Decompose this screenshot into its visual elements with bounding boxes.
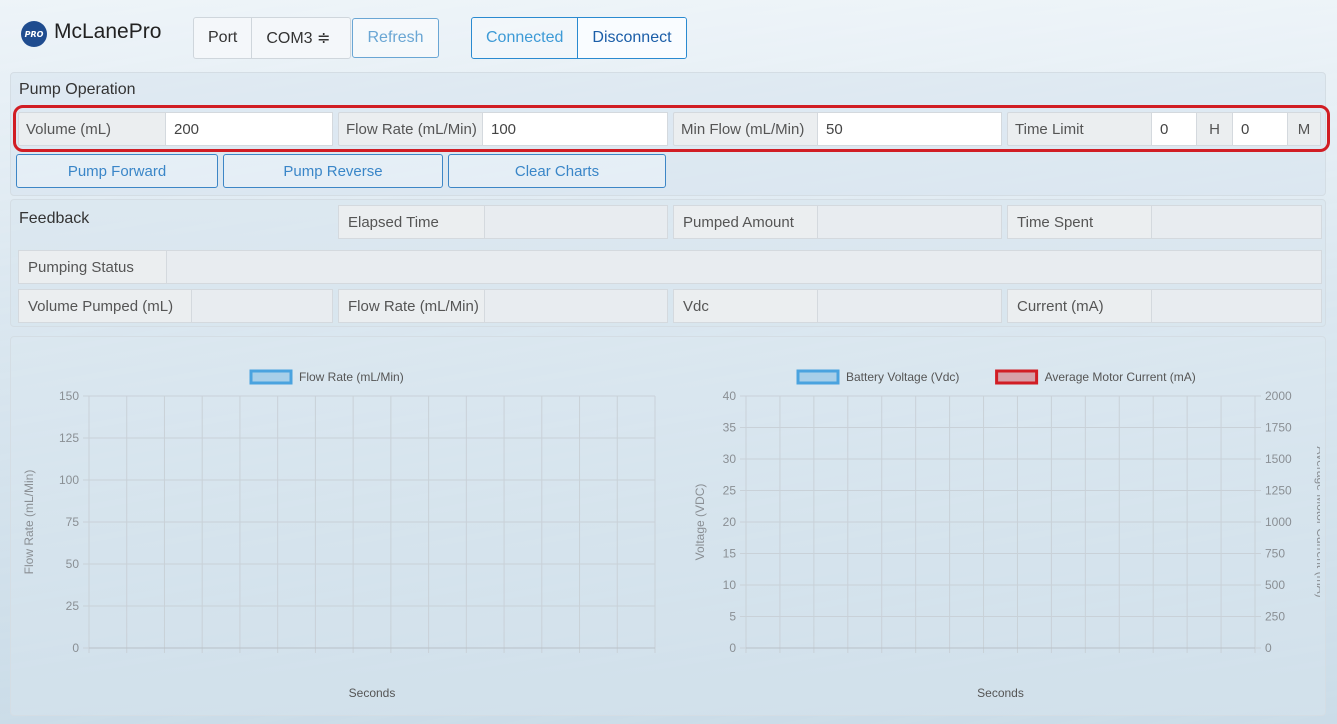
time-spent-label: Time Spent xyxy=(1007,205,1152,239)
y-right-tick-label: 1750 xyxy=(1265,421,1292,435)
app-title: McLanePro xyxy=(54,20,162,43)
legend-label: Flow Rate (mL/Min) xyxy=(299,370,404,384)
feedback-title: Feedback xyxy=(19,210,90,227)
port-label: Port xyxy=(194,18,253,58)
x-axis-title: Seconds xyxy=(349,686,396,700)
highlight-box xyxy=(13,105,1330,152)
volume-pumped-value xyxy=(192,289,333,323)
y-right-tick-label: 1500 xyxy=(1265,452,1292,466)
y-tick-label: 5 xyxy=(729,610,736,624)
voltage-current-chart: 0 5 10 15 20 25 30 35 40 0 250 500 750 1000 1250 1500 17… xyxy=(693,369,1320,700)
legend-swatch xyxy=(249,369,293,385)
legend-label: Battery Voltage (Vdc) xyxy=(846,370,959,384)
y-right-tick-label: 500 xyxy=(1265,578,1285,592)
flow-rate-chart: 0 25 50 75 100 125 150 Flow Rate (mL/Min) Second… xyxy=(22,369,656,700)
volume-pumped-label: Volume Pumped (mL) xyxy=(18,289,192,323)
y-right-axis-title: Average Motor Current (mA) xyxy=(1314,446,1320,597)
y-right-tick-label: 1250 xyxy=(1265,484,1292,498)
y-tick-label: 125 xyxy=(59,431,79,445)
logo-icon: PRO xyxy=(21,21,47,47)
y-tick-label: 35 xyxy=(723,421,737,435)
pumped-amount-label: Pumped Amount xyxy=(673,205,818,239)
port-selector-group: Port COM3 ≑ xyxy=(193,17,352,59)
port-select[interactable]: COM3 ≑ xyxy=(252,18,350,58)
y-tick-label: 10 xyxy=(723,578,737,592)
elapsed-time-value xyxy=(485,205,668,239)
vdc-label: Vdc xyxy=(673,289,818,323)
y-right-tick-label: 2000 xyxy=(1265,389,1292,403)
y-tick-label: 50 xyxy=(66,557,80,571)
flow-rate-feedback-value xyxy=(485,289,668,323)
y-tick-label: 30 xyxy=(723,452,737,466)
pumping-status-label: Pumping Status xyxy=(18,250,167,284)
time-spent-value xyxy=(1152,205,1322,239)
y-tick-label: 100 xyxy=(59,473,79,487)
connected-button[interactable]: Connected xyxy=(472,18,578,58)
y-tick-label: 0 xyxy=(72,641,79,655)
y-tick-label: 150 xyxy=(59,389,79,403)
y-axis-title: Voltage (VDC) xyxy=(693,484,707,561)
y-right-tick-label: 250 xyxy=(1265,610,1285,624)
elapsed-time-label: Elapsed Time xyxy=(338,205,485,239)
y-axis-title: Flow Rate (mL/Min) xyxy=(22,470,36,575)
y-right-tick-label: 750 xyxy=(1265,547,1285,561)
current-value xyxy=(1152,289,1322,323)
x-axis-title: Seconds xyxy=(977,686,1024,700)
y-tick-label: 75 xyxy=(66,515,80,529)
flow-rate-feedback-label: Flow Rate (mL/Min) xyxy=(338,289,485,323)
y-tick-label: 40 xyxy=(723,389,737,403)
pump-reverse-button[interactable]: Pump Reverse xyxy=(223,154,443,188)
vdc-value xyxy=(818,289,1002,323)
legend-label: Average Motor Current (mA) xyxy=(1045,370,1196,384)
pump-forward-button[interactable]: Pump Forward xyxy=(16,154,218,188)
legend-swatch xyxy=(995,369,1039,385)
pump-operation-title: Pump Operation xyxy=(19,81,136,98)
y-tick-label: 20 xyxy=(723,515,737,529)
connection-button-group: Connected Disconnect xyxy=(471,17,687,59)
pumped-amount-value xyxy=(818,205,1002,239)
legend-swatch xyxy=(796,369,840,385)
y-tick-label: 15 xyxy=(723,547,737,561)
current-label: Current (mA) xyxy=(1007,289,1152,323)
y-right-tick-label: 1000 xyxy=(1265,515,1292,529)
disconnect-button[interactable]: Disconnect xyxy=(577,18,686,58)
pumping-status-value xyxy=(167,250,1322,284)
y-tick-label: 25 xyxy=(723,484,737,498)
clear-charts-button[interactable]: Clear Charts xyxy=(448,154,666,188)
y-right-tick-label: 0 xyxy=(1265,641,1272,655)
y-tick-label: 0 xyxy=(729,641,736,655)
refresh-button[interactable]: Refresh xyxy=(352,18,439,58)
y-tick-label: 25 xyxy=(66,599,80,613)
